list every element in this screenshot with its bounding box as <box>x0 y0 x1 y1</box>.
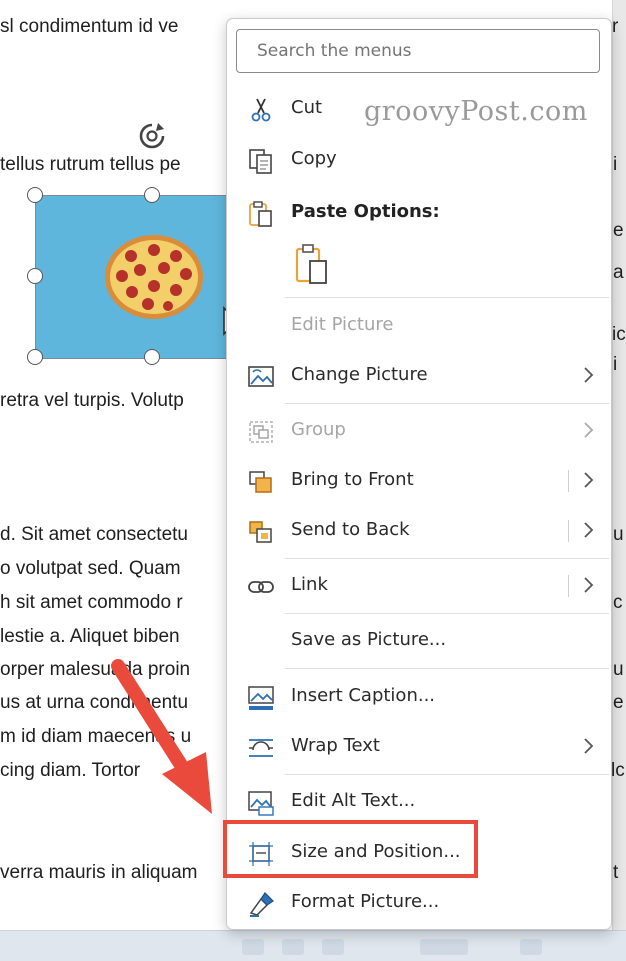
copy-icon <box>249 149 272 174</box>
doc-line: lestie a. Aliquet biben <box>0 626 180 647</box>
menu-item-label: Send to Back <box>291 519 410 540</box>
resize-handle-bottom[interactable] <box>144 349 160 365</box>
chevron-right-icon <box>584 738 594 754</box>
group-icon <box>249 421 273 443</box>
doc-edge-text: r <box>612 16 619 37</box>
doc-line: d. Sit amet consectetu <box>0 524 188 545</box>
doc-edge-text: lc <box>611 760 625 781</box>
menu-item-label: Edit Alt Text... <box>291 790 416 811</box>
doc-line: retra vel turpis. Volutp <box>0 390 184 411</box>
context-menu: Cut Copy Paste Options: Edit Picture <box>226 18 612 930</box>
menu-item-label: Edit Picture <box>291 314 394 335</box>
doc-edge-text: c <box>613 592 623 613</box>
menu-item-insert-caption[interactable]: Insert Caption... <box>227 673 611 721</box>
insert-caption-icon <box>248 686 274 710</box>
doc-edge-text: a <box>613 262 624 283</box>
menu-item-label: Format Picture... <box>291 891 440 912</box>
menu-item-save-as-picture[interactable]: Save as Picture... <box>227 617 611 665</box>
menu-item-label: Copy <box>291 148 337 169</box>
menu-item-label: Change Picture <box>291 364 428 385</box>
menu-item-label: Bring to Front <box>291 469 414 490</box>
split-separator <box>568 470 569 492</box>
split-separator <box>568 575 569 597</box>
menu-item-send-to-back[interactable]: Send to Back <box>227 507 611 555</box>
doc-line: sl condimentum id ve <box>0 16 179 37</box>
alt-text-icon <box>248 791 274 816</box>
annotation-highlight-box <box>223 820 478 878</box>
menu-divider <box>285 558 609 559</box>
chevron-right-icon[interactable] <box>581 575 595 595</box>
menu-item-label: Wrap Text <box>291 735 380 756</box>
menu-item-group[interactable]: Group <box>227 407 611 455</box>
menu-divider <box>285 403 609 404</box>
doc-edge-text: t <box>613 862 619 883</box>
paste-keep-formatting-icon[interactable] <box>293 243 331 285</box>
resize-handle-left[interactable] <box>27 268 43 284</box>
taskbar-app-icon[interactable] <box>520 939 542 955</box>
taskbar-app-icon[interactable] <box>282 939 304 955</box>
resize-handle-top[interactable] <box>144 187 160 203</box>
menu-item-bring-to-front[interactable]: Bring to Front <box>227 457 611 505</box>
doc-edge-text: u <box>613 524 624 545</box>
menu-item-edit-alt-text[interactable]: Edit Alt Text... <box>227 778 611 826</box>
menu-item-copy[interactable]: Copy <box>227 136 611 184</box>
link-icon <box>248 581 274 593</box>
selected-picture[interactable] <box>35 195 237 359</box>
doc-edge-text: e <box>613 220 624 241</box>
resize-handle-top-left[interactable] <box>27 187 43 203</box>
chevron-right-icon[interactable] <box>581 470 595 490</box>
menu-divider <box>285 668 609 669</box>
paste-icon <box>249 201 272 227</box>
doc-edge-text: e <box>613 692 624 713</box>
scissors-icon <box>251 98 271 122</box>
rotate-handle-icon[interactable] <box>136 120 168 152</box>
doc-line: h sit amet commodo r <box>0 592 183 613</box>
chevron-right-icon <box>584 422 594 438</box>
doc-line: tellus rutrum tellus pe <box>0 154 181 175</box>
menu-search-input[interactable] <box>236 29 600 73</box>
menu-item-change-picture[interactable]: Change Picture <box>227 352 611 400</box>
menu-item-format-picture[interactable]: Format Picture... <box>227 879 611 927</box>
menu-item-label: Save as Picture... <box>291 629 447 650</box>
doc-edge-text: i <box>613 354 618 375</box>
bring-to-front-icon <box>249 471 272 493</box>
chevron-right-icon[interactable] <box>581 520 595 540</box>
wrap-text-icon <box>249 739 273 757</box>
menu-divider <box>285 613 609 614</box>
doc-line: verra mauris in aliquam <box>0 862 198 883</box>
send-to-back-icon <box>249 521 272 543</box>
menu-item-edit-picture[interactable]: Edit Picture <box>227 302 611 350</box>
menu-item-link[interactable]: Link <box>227 562 611 610</box>
chevron-right-icon <box>584 367 594 383</box>
taskbar <box>0 930 626 961</box>
menu-divider <box>285 774 609 775</box>
pizza-image <box>105 235 203 319</box>
menu-item-label: Paste Options: <box>291 201 440 222</box>
resize-handle-bottom-left[interactable] <box>27 349 43 365</box>
taskbar-app-icon[interactable] <box>242 939 264 955</box>
split-separator <box>568 520 569 542</box>
format-picture-icon <box>249 892 274 917</box>
menu-item-label: Group <box>291 419 346 440</box>
menu-item-label: Link <box>291 574 328 595</box>
doc-line: o volutpat sed. Quam <box>0 558 181 579</box>
doc-edge-text: u <box>613 659 624 680</box>
menu-item-paste-options: Paste Options: <box>227 189 611 237</box>
menu-item-wrap-text[interactable]: Wrap Text <box>227 723 611 771</box>
doc-edge-text: i <box>613 154 618 175</box>
taskbar-app-icon[interactable] <box>420 939 468 955</box>
menu-item-label: Insert Caption... <box>291 685 436 706</box>
annotation-arrow-icon <box>111 659 212 814</box>
taskbar-app-icon[interactable] <box>322 939 344 955</box>
menu-divider <box>285 297 609 298</box>
change-picture-icon <box>248 366 274 387</box>
watermark: groovyPost.com <box>364 96 588 127</box>
doc-edge-text: ic <box>612 324 626 345</box>
menu-item-label: Cut <box>291 97 323 118</box>
